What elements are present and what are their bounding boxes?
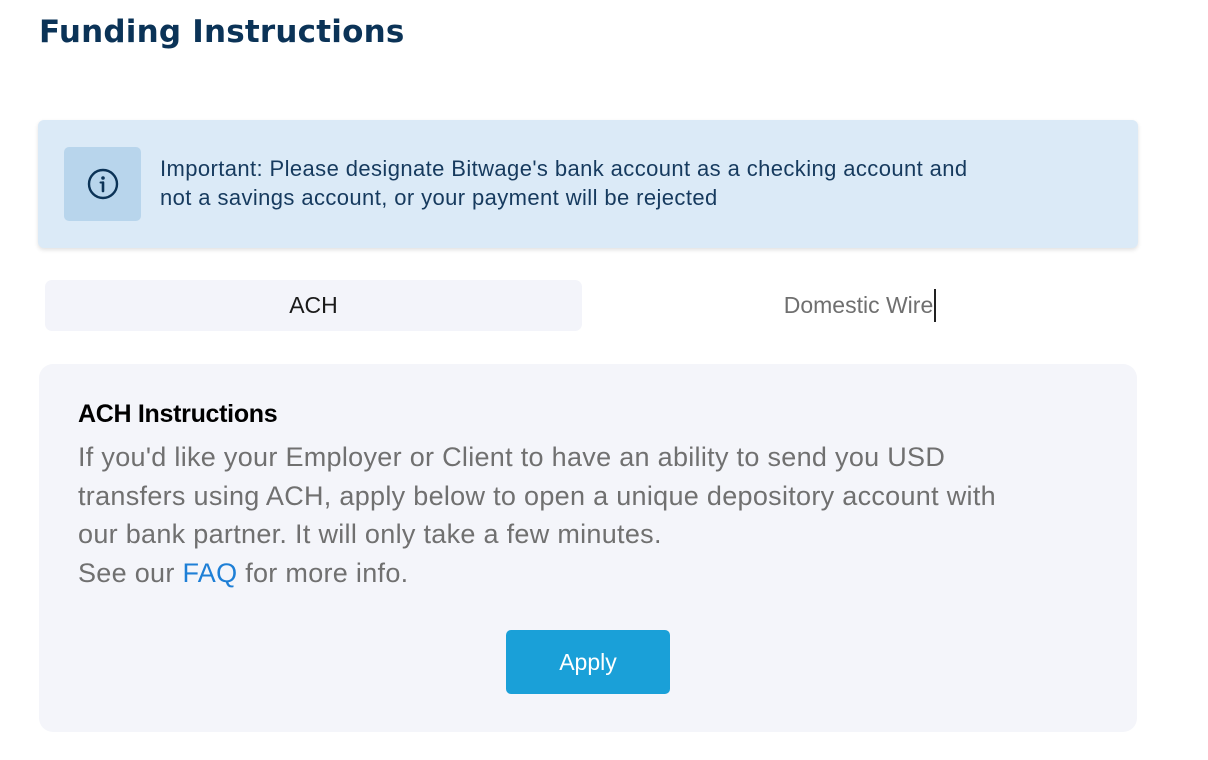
- tab-domestic-wire-label: Domestic Wire: [783, 292, 934, 318]
- funding-method-tabs: ACH Domestic Wire: [45, 280, 1135, 331]
- page-title: Funding Instructions: [39, 14, 405, 50]
- faq-prefix: See our: [78, 557, 183, 588]
- body-line-1: If you'd like your Employer or Client to…: [78, 442, 946, 472]
- text-cursor: [934, 289, 937, 322]
- important-alert: Important: Please designate Bitwage's ba…: [38, 120, 1138, 248]
- tab-domestic-wire[interactable]: Domestic Wire: [582, 280, 1138, 331]
- tab-ach-label: ACH: [289, 292, 338, 318]
- faq-link[interactable]: FAQ: [182, 558, 237, 588]
- body-line-3: our bank partner. It will only take a fe…: [78, 519, 662, 549]
- alert-line-2: not a savings account, or your payment w…: [160, 185, 718, 210]
- ach-instructions-panel: ACH Instructions If you'd like your Empl…: [39, 364, 1137, 732]
- funding-instructions-page: Funding Instructions Important: Please d…: [0, 0, 1208, 760]
- tab-ach[interactable]: ACH: [45, 280, 582, 331]
- faq-suffix: for more info.: [237, 557, 409, 588]
- alert-message: Important: Please designate Bitwage's ba…: [160, 154, 1120, 212]
- info-icon: [87, 168, 119, 200]
- alert-icon-box: [64, 147, 141, 221]
- body-line-2: transfers using ACH, apply below to open…: [78, 480, 996, 511]
- faq-line: See our FAQ for more info.: [78, 554, 1108, 593]
- alert-line-1: Important: Please designate Bitwage's ba…: [160, 156, 968, 181]
- ach-instructions-heading: ACH Instructions: [78, 400, 278, 428]
- ach-instructions-body: If you'd like your Employer or Client to…: [78, 438, 1108, 592]
- apply-button[interactable]: Apply: [506, 630, 670, 694]
